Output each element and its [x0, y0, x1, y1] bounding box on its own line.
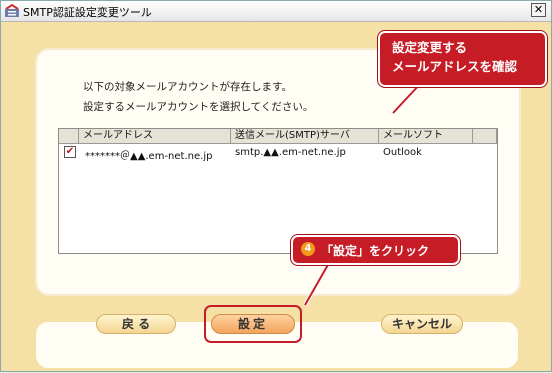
intro-line-1: 以下の対象メールアカウントが存在します。: [83, 81, 292, 93]
column-header-email[interactable]: メールアドレス: [79, 129, 231, 143]
table-row[interactable]: ✔ *******＠▲▲.em-net.ne.jp smtp.▲▲.em-net…: [59, 144, 497, 162]
confirm-address-callout: 設定変更する メールアドレスを確認: [378, 31, 547, 87]
list-header: メールアドレス 送信メール(SMTP)サーバ メールソフト: [59, 129, 497, 144]
step-number-badge: 4: [301, 242, 315, 256]
back-button[interactable]: 戻 る: [96, 314, 176, 334]
column-header-filler: [473, 129, 497, 143]
column-header-mail-client[interactable]: メールソフト: [379, 129, 473, 143]
callout-line-1: 設定変更する: [392, 40, 468, 55]
step-instruction: 「設定」をクリック: [321, 244, 430, 258]
checkmark-icon[interactable]: ✔: [64, 146, 76, 158]
cancel-button[interactable]: キャンセル: [381, 314, 463, 334]
column-header-smtp-server[interactable]: 送信メール(SMTP)サーバ: [231, 129, 379, 143]
click-set-callout: 4 「設定」をクリック: [291, 235, 460, 265]
set-button-highlight: [204, 305, 302, 343]
row-smtp-server: smtp.▲▲.em-net.ne.jp: [235, 147, 346, 158]
column-header-check[interactable]: [59, 129, 79, 143]
dialog-window: SMTP認証設定変更ツール ✕ 以下の対象メールアカウントが存在します。 設定す…: [0, 0, 552, 372]
app-icon: [5, 4, 19, 17]
intro-line-2: 設定するメールアカウントを選択してください。: [83, 101, 314, 113]
window-title: SMTP認証設定変更ツール: [23, 6, 152, 19]
close-icon[interactable]: ✕: [531, 3, 546, 17]
row-mail-client: Outlook: [383, 147, 422, 158]
row-email: *******＠▲▲.em-net.ne.jp: [85, 151, 213, 162]
callout-line-2: メールアドレスを確認: [392, 59, 518, 74]
title-bar: SMTP認証設定変更ツール ✕: [1, 1, 551, 22]
